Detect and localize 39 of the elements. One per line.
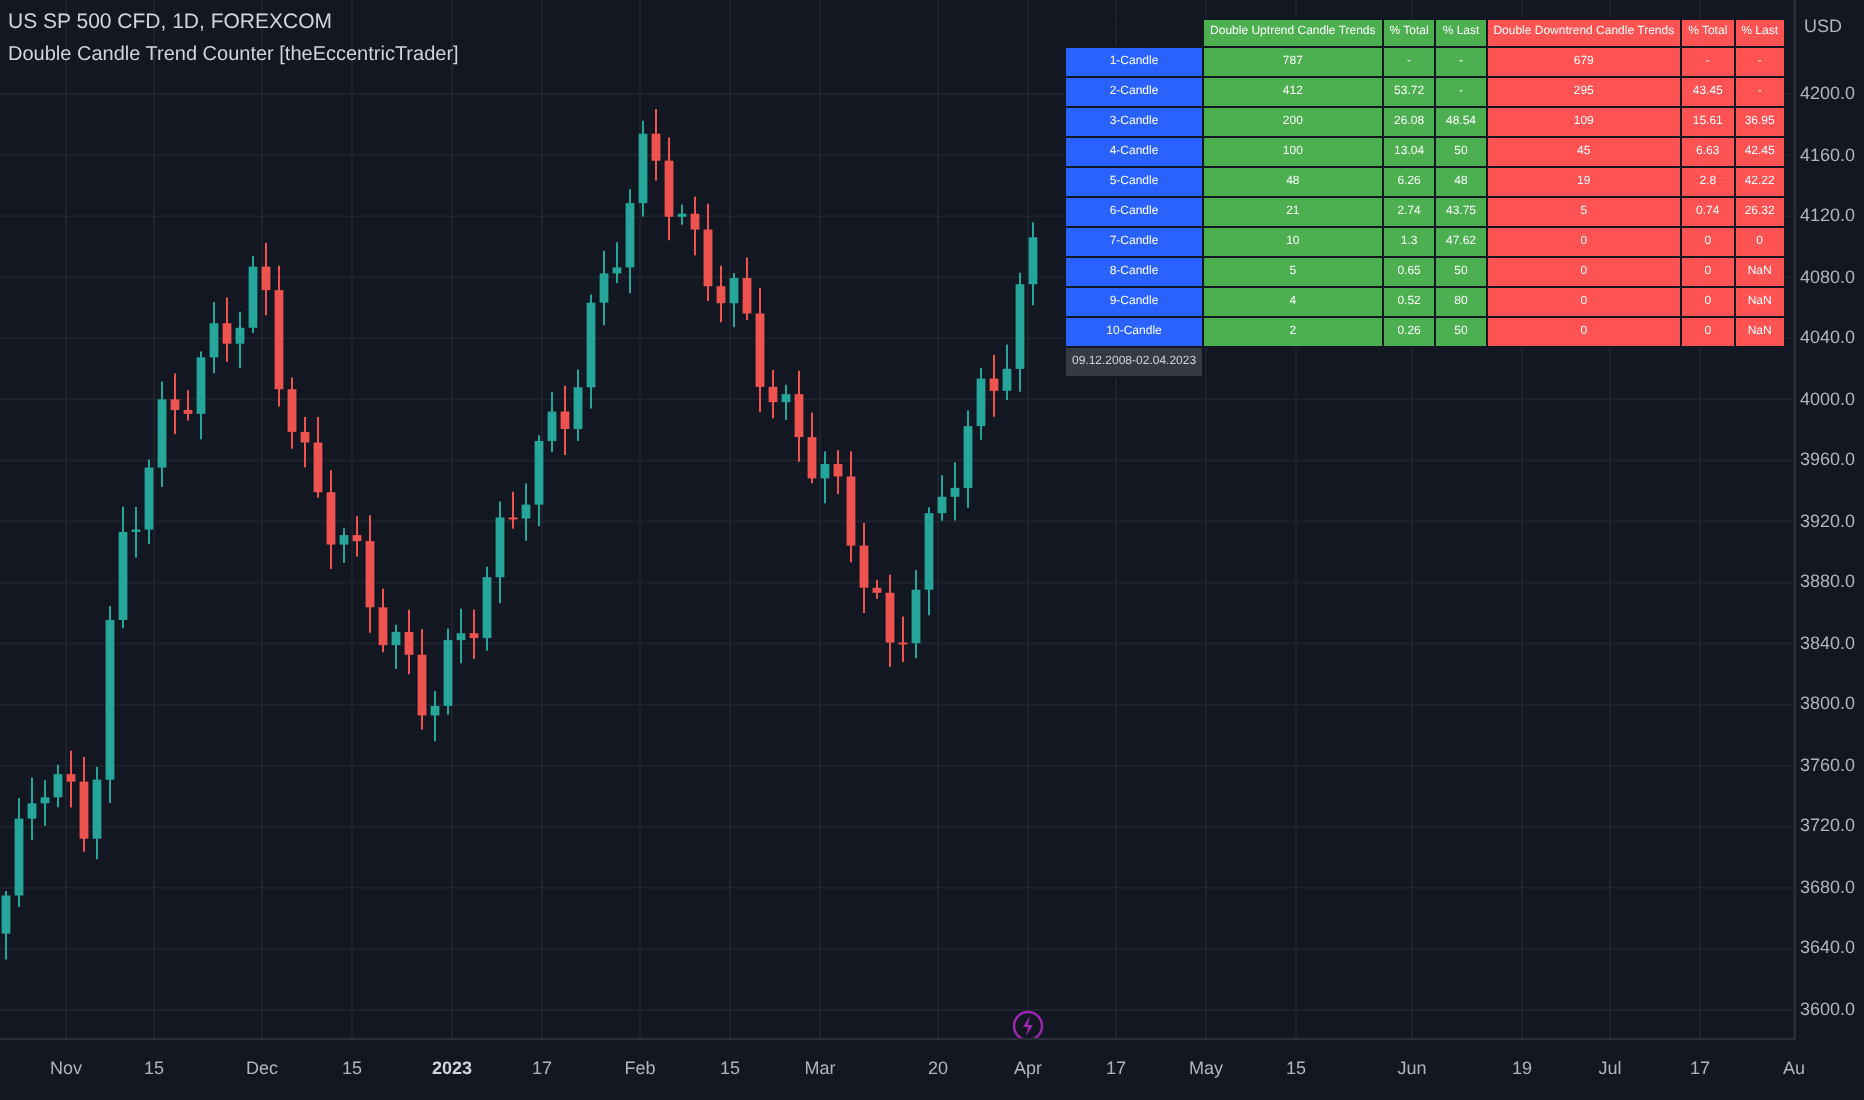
date-label: Dec bbox=[246, 1056, 278, 1082]
date-label: 17 bbox=[1106, 1056, 1126, 1082]
price-label: 3640.0 bbox=[1800, 935, 1856, 962]
date-label: 20 bbox=[928, 1056, 948, 1082]
currency-label: USD bbox=[1804, 14, 1843, 40]
date-label: 17 bbox=[532, 1056, 552, 1082]
price-label: 4160.0 bbox=[1800, 141, 1856, 168]
date-label: Nov bbox=[50, 1056, 82, 1082]
date-label: Apr bbox=[1014, 1056, 1042, 1082]
price-label: 3840.0 bbox=[1800, 630, 1856, 657]
price-label: 3880.0 bbox=[1800, 569, 1856, 596]
date-label: 15 bbox=[342, 1056, 362, 1082]
date-label: 2023 bbox=[431, 1056, 473, 1082]
date-label: Jul bbox=[1598, 1056, 1622, 1082]
price-label: 4200.0 bbox=[1800, 80, 1856, 107]
price-label: 4120.0 bbox=[1800, 202, 1856, 229]
date-label: Feb bbox=[624, 1056, 656, 1082]
date-label: 19 bbox=[1512, 1056, 1532, 1082]
price-label: 3800.0 bbox=[1800, 691, 1856, 718]
date-label: 15 bbox=[144, 1056, 164, 1082]
date-label: May bbox=[1189, 1056, 1223, 1082]
date-label: 15 bbox=[1286, 1056, 1306, 1082]
price-label: 3720.0 bbox=[1800, 813, 1856, 840]
price-label: 3680.0 bbox=[1800, 874, 1856, 901]
indicator-title: Double Candle Trend Counter [theEccentricTrader] bbox=[8, 41, 459, 70]
price-label: 3920.0 bbox=[1800, 507, 1856, 534]
price-label: 3960.0 bbox=[1800, 446, 1856, 473]
date-label: Mar bbox=[804, 1056, 836, 1082]
chart-symbol: US SP 500 CFD, 1D, FOREXCOM bbox=[8, 8, 335, 38]
price-label: 3600.0 bbox=[1800, 996, 1856, 1023]
date-label: 15 bbox=[720, 1056, 740, 1082]
date-label: Jun bbox=[1397, 1056, 1427, 1082]
date-label: Au bbox=[1783, 1056, 1805, 1082]
date-label: 17 bbox=[1690, 1056, 1710, 1082]
price-label: 4080.0 bbox=[1800, 263, 1856, 290]
price-label: 4040.0 bbox=[1800, 324, 1856, 351]
price-label: 4000.0 bbox=[1800, 385, 1856, 412]
price-label: 3760.0 bbox=[1800, 752, 1856, 779]
lightning-icon[interactable] bbox=[1012, 1010, 1044, 1038]
